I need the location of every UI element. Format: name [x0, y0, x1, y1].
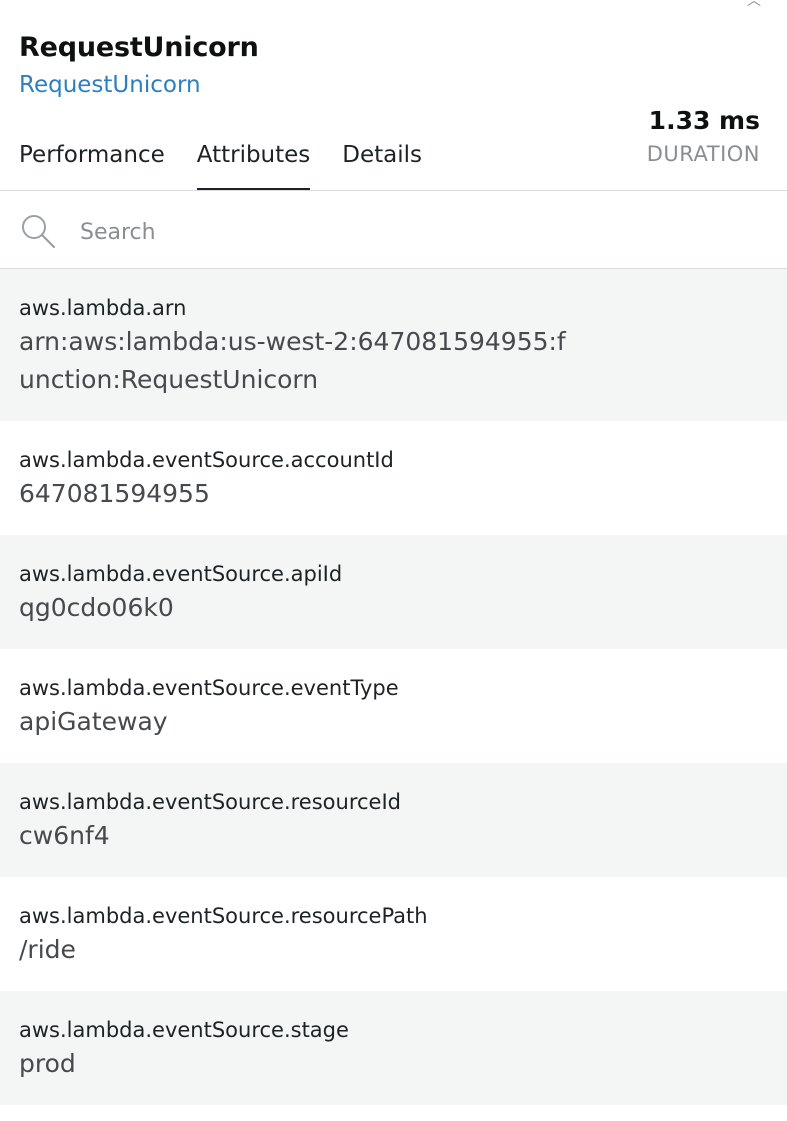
- list-item: aws.lambda.eventSource.resourceId cw6nf4: [0, 763, 787, 877]
- list-item: aws.lambda.eventSource.stage prod: [0, 991, 787, 1105]
- panel-header: ︿ RequestUnicorn RequestUnicorn Performa…: [0, 0, 787, 191]
- search-icon: [22, 215, 56, 249]
- duration-label: DURATION: [646, 142, 760, 166]
- attribute-value: qg0cdo06k0: [19, 593, 174, 622]
- attribute-key: aws.lambda.eventSource.eventType: [19, 676, 399, 700]
- tab-performance[interactable]: Performance: [19, 136, 165, 190]
- list-item: aws.lambda.arn arn:aws:lambda:us-west-2:…: [0, 269, 787, 421]
- attribute-key: aws.lambda.eventSource.resourcePath: [19, 904, 428, 928]
- page-title: RequestUnicorn: [19, 32, 259, 63]
- attribute-value: apiGateway: [19, 707, 168, 736]
- attribute-value: 647081594955: [19, 479, 210, 508]
- attribute-key: aws.lambda.eventSource.resourceId: [19, 790, 401, 814]
- tab-details[interactable]: Details: [342, 136, 422, 190]
- list-item: aws.lambda.eventSource.eventType apiGate…: [0, 649, 787, 763]
- duration-summary: 1.33 ms DURATION: [647, 103, 760, 169]
- attribute-key: aws.lambda.eventSource.apiId: [19, 562, 343, 586]
- attribute-value: arn:aws:lambda:us-west-2:647081594955:fu…: [19, 327, 566, 394]
- list-item: aws.lambda.eventSource.accountId 6470815…: [0, 421, 787, 535]
- attribute-value: /ride: [19, 935, 76, 964]
- list-item: aws.lambda.eventSource.resourcePath /rid…: [0, 877, 787, 991]
- search-bar: [0, 191, 787, 269]
- attribute-key: aws.lambda.arn: [19, 296, 187, 320]
- duration-value: 1.33 ms: [648, 106, 760, 135]
- collapse-icon[interactable]: ︿: [747, 0, 761, 10]
- attribute-value: prod: [19, 1049, 76, 1078]
- attribute-key: aws.lambda.eventSource.accountId: [19, 448, 394, 472]
- attribute-list: aws.lambda.arn arn:aws:lambda:us-west-2:…: [0, 269, 787, 1105]
- entity-link[interactable]: RequestUnicorn: [19, 69, 201, 101]
- attribute-key: aws.lambda.eventSource.stage: [19, 1018, 349, 1042]
- tab-bar: Performance Attributes Details: [19, 136, 422, 190]
- list-item: aws.lambda.eventSource.apiId qg0cdo06k0: [0, 535, 787, 649]
- search-input[interactable]: [78, 211, 762, 253]
- tab-attributes[interactable]: Attributes: [196, 136, 311, 190]
- attribute-value: cw6nf4: [19, 821, 110, 850]
